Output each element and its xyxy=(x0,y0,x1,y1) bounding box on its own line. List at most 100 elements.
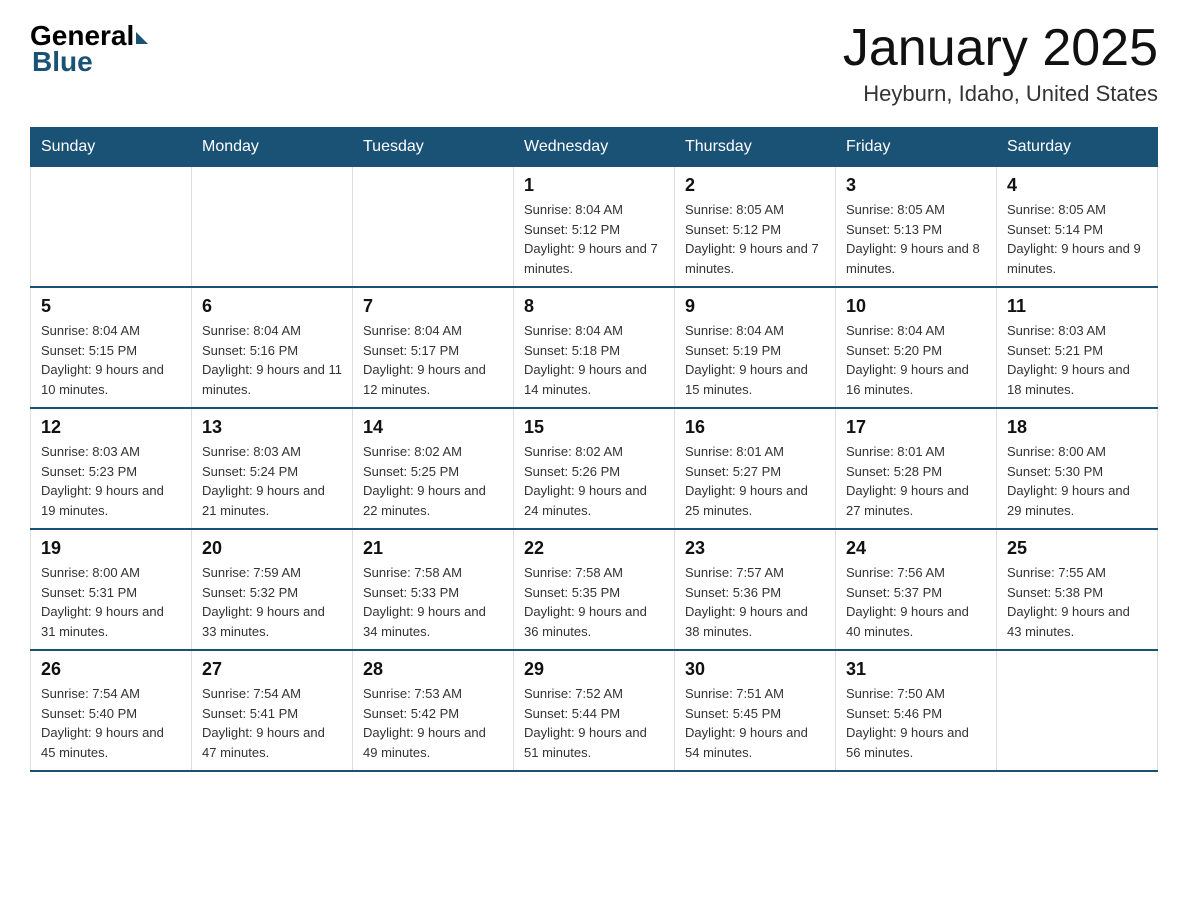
page-header: General Blue January 2025 Heyburn, Idaho… xyxy=(30,20,1158,107)
day-info: Sunrise: 8:03 AM Sunset: 5:23 PM Dayligh… xyxy=(41,442,181,520)
day-info: Sunrise: 8:04 AM Sunset: 5:15 PM Dayligh… xyxy=(41,321,181,399)
day-number: 21 xyxy=(363,538,503,559)
day-info: Sunrise: 8:01 AM Sunset: 5:27 PM Dayligh… xyxy=(685,442,825,520)
day-number: 20 xyxy=(202,538,342,559)
day-number: 5 xyxy=(41,296,181,317)
day-info: Sunrise: 7:55 AM Sunset: 5:38 PM Dayligh… xyxy=(1007,563,1147,641)
calendar-cell: 18 Sunrise: 8:00 AM Sunset: 5:30 PM Dayli… xyxy=(997,408,1158,529)
calendar-cell: 7Sunrise: 8:04 AM Sunset: 5:17 PM Daylig… xyxy=(353,287,514,408)
day-info: Sunrise: 7:59 AM Sunset: 5:32 PM Dayligh… xyxy=(202,563,342,641)
calendar-cell: 5 Sunrise: 8:04 AM Sunset: 5:15 PM Daylig… xyxy=(31,287,192,408)
calendar-cell: 28Sunrise: 7:53 AM Sunset: 5:42 PM Dayli… xyxy=(353,650,514,771)
day-info: Sunrise: 7:54 AM Sunset: 5:41 PM Dayligh… xyxy=(202,684,342,762)
day-info: Sunrise: 7:57 AM Sunset: 5:36 PM Dayligh… xyxy=(685,563,825,641)
day-number: 6 xyxy=(202,296,342,317)
day-info: Sunrise: 8:04 AM Sunset: 5:17 PM Dayligh… xyxy=(363,321,503,399)
logo-arrow-icon xyxy=(136,32,148,44)
header-cell-thursday: Thursday xyxy=(675,128,836,167)
calendar-cell: 6 Sunrise: 8:04 AM Sunset: 5:16 PM Daylig… xyxy=(192,287,353,408)
day-number: 4 xyxy=(1007,175,1147,196)
calendar-cell: 9 Sunrise: 8:04 AM Sunset: 5:19 PM Daylig… xyxy=(675,287,836,408)
day-info: Sunrise: 7:58 AM Sunset: 5:35 PM Dayligh… xyxy=(524,563,664,641)
day-info: Sunrise: 8:02 AM Sunset: 5:26 PM Dayligh… xyxy=(524,442,664,520)
day-number: 18 xyxy=(1007,417,1147,438)
title-block: January 2025 Heyburn, Idaho, United Stat… xyxy=(843,20,1158,107)
header-cell-monday: Monday xyxy=(192,128,353,167)
calendar-cell: 14 Sunrise: 8:02 AM Sunset: 5:25 PM Dayli… xyxy=(353,408,514,529)
day-number: 1 xyxy=(524,175,664,196)
day-number: 31 xyxy=(846,659,986,680)
calendar-cell: 20 Sunrise: 7:59 AM Sunset: 5:32 PM Dayli… xyxy=(192,529,353,650)
calendar-cell: 25 Sunrise: 7:55 AM Sunset: 5:38 PM Dayli… xyxy=(997,529,1158,650)
day-info: Sunrise: 7:54 AM Sunset: 5:40 PM Dayligh… xyxy=(41,684,181,762)
logo-blue-text: Blue xyxy=(32,46,93,78)
calendar-cell: 13Sunrise: 8:03 AM Sunset: 5:24 PM Dayli… xyxy=(192,408,353,529)
day-number: 26 xyxy=(41,659,181,680)
day-number: 19 xyxy=(41,538,181,559)
calendar-cell: 16 Sunrise: 8:01 AM Sunset: 5:27 PM Dayli… xyxy=(675,408,836,529)
calendar-cell: 4 Sunrise: 8:05 AM Sunset: 5:14 PM Daylig… xyxy=(997,167,1158,288)
day-info: Sunrise: 7:58 AM Sunset: 5:33 PM Dayligh… xyxy=(363,563,503,641)
logo: General Blue xyxy=(30,20,148,78)
calendar-cell xyxy=(353,167,514,288)
day-number: 27 xyxy=(202,659,342,680)
calendar-cell: 24 Sunrise: 7:56 AM Sunset: 5:37 PM Dayli… xyxy=(836,529,997,650)
day-number: 24 xyxy=(846,538,986,559)
day-number: 2 xyxy=(685,175,825,196)
calendar-cell: 15 Sunrise: 8:02 AM Sunset: 5:26 PM Dayli… xyxy=(514,408,675,529)
calendar-subtitle: Heyburn, Idaho, United States xyxy=(843,81,1158,107)
day-info: Sunrise: 8:04 AM Sunset: 5:20 PM Dayligh… xyxy=(846,321,986,399)
calendar-cell: 17Sunrise: 8:01 AM Sunset: 5:28 PM Dayli… xyxy=(836,408,997,529)
day-info: Sunrise: 7:50 AM Sunset: 5:46 PM Dayligh… xyxy=(846,684,986,762)
header-cell-wednesday: Wednesday xyxy=(514,128,675,167)
calendar-cell: 19 Sunrise: 8:00 AM Sunset: 5:31 PM Dayli… xyxy=(31,529,192,650)
day-number: 15 xyxy=(524,417,664,438)
day-number: 14 xyxy=(363,417,503,438)
day-info: Sunrise: 7:51 AM Sunset: 5:45 PM Dayligh… xyxy=(685,684,825,762)
day-number: 28 xyxy=(363,659,503,680)
day-info: Sunrise: 8:05 AM Sunset: 5:12 PM Dayligh… xyxy=(685,200,825,278)
calendar-cell xyxy=(997,650,1158,771)
day-info: Sunrise: 8:04 AM Sunset: 5:16 PM Dayligh… xyxy=(202,321,342,399)
header-cell-friday: Friday xyxy=(836,128,997,167)
day-number: 9 xyxy=(685,296,825,317)
day-number: 16 xyxy=(685,417,825,438)
day-info: Sunrise: 7:52 AM Sunset: 5:44 PM Dayligh… xyxy=(524,684,664,762)
header-row: SundayMondayTuesdayWednesdayThursdayFrid… xyxy=(31,128,1158,167)
day-number: 22 xyxy=(524,538,664,559)
calendar-cell: 11Sunrise: 8:03 AM Sunset: 5:21 PM Dayli… xyxy=(997,287,1158,408)
calendar-cell xyxy=(31,167,192,288)
day-info: Sunrise: 8:05 AM Sunset: 5:13 PM Dayligh… xyxy=(846,200,986,278)
day-info: Sunrise: 8:00 AM Sunset: 5:31 PM Dayligh… xyxy=(41,563,181,641)
day-info: Sunrise: 8:00 AM Sunset: 5:30 PM Dayligh… xyxy=(1007,442,1147,520)
day-number: 23 xyxy=(685,538,825,559)
calendar-body: 1Sunrise: 8:04 AM Sunset: 5:12 PM Daylig… xyxy=(31,167,1158,772)
day-number: 17 xyxy=(846,417,986,438)
header-cell-sunday: Sunday xyxy=(31,128,192,167)
day-number: 13 xyxy=(202,417,342,438)
day-number: 12 xyxy=(41,417,181,438)
calendar-cell: 22 Sunrise: 7:58 AM Sunset: 5:35 PM Dayli… xyxy=(514,529,675,650)
week-row-3: 19 Sunrise: 8:00 AM Sunset: 5:31 PM Dayli… xyxy=(31,529,1158,650)
day-info: Sunrise: 8:04 AM Sunset: 5:19 PM Dayligh… xyxy=(685,321,825,399)
calendar-cell: 23 Sunrise: 7:57 AM Sunset: 5:36 PM Dayli… xyxy=(675,529,836,650)
day-info: Sunrise: 8:05 AM Sunset: 5:14 PM Dayligh… xyxy=(1007,200,1147,278)
week-row-0: 1Sunrise: 8:04 AM Sunset: 5:12 PM Daylig… xyxy=(31,167,1158,288)
day-info: Sunrise: 8:02 AM Sunset: 5:25 PM Dayligh… xyxy=(363,442,503,520)
calendar-cell: 30 Sunrise: 7:51 AM Sunset: 5:45 PM Dayli… xyxy=(675,650,836,771)
calendar-cell: 12 Sunrise: 8:03 AM Sunset: 5:23 PM Dayli… xyxy=(31,408,192,529)
day-number: 29 xyxy=(524,659,664,680)
calendar-cell: 1Sunrise: 8:04 AM Sunset: 5:12 PM Daylig… xyxy=(514,167,675,288)
day-number: 30 xyxy=(685,659,825,680)
day-info: Sunrise: 7:56 AM Sunset: 5:37 PM Dayligh… xyxy=(846,563,986,641)
day-info: Sunrise: 8:03 AM Sunset: 5:21 PM Dayligh… xyxy=(1007,321,1147,399)
calendar-header: SundayMondayTuesdayWednesdayThursdayFrid… xyxy=(31,128,1158,167)
day-info: Sunrise: 8:04 AM Sunset: 5:18 PM Dayligh… xyxy=(524,321,664,399)
day-number: 25 xyxy=(1007,538,1147,559)
calendar-cell: 26 Sunrise: 7:54 AM Sunset: 5:40 PM Dayli… xyxy=(31,650,192,771)
calendar-cell: 3Sunrise: 8:05 AM Sunset: 5:13 PM Daylig… xyxy=(836,167,997,288)
calendar-cell: 31 Sunrise: 7:50 AM Sunset: 5:46 PM Dayli… xyxy=(836,650,997,771)
calendar-cell xyxy=(192,167,353,288)
week-row-1: 5 Sunrise: 8:04 AM Sunset: 5:15 PM Daylig… xyxy=(31,287,1158,408)
calendar-cell: 10Sunrise: 8:04 AM Sunset: 5:20 PM Dayli… xyxy=(836,287,997,408)
